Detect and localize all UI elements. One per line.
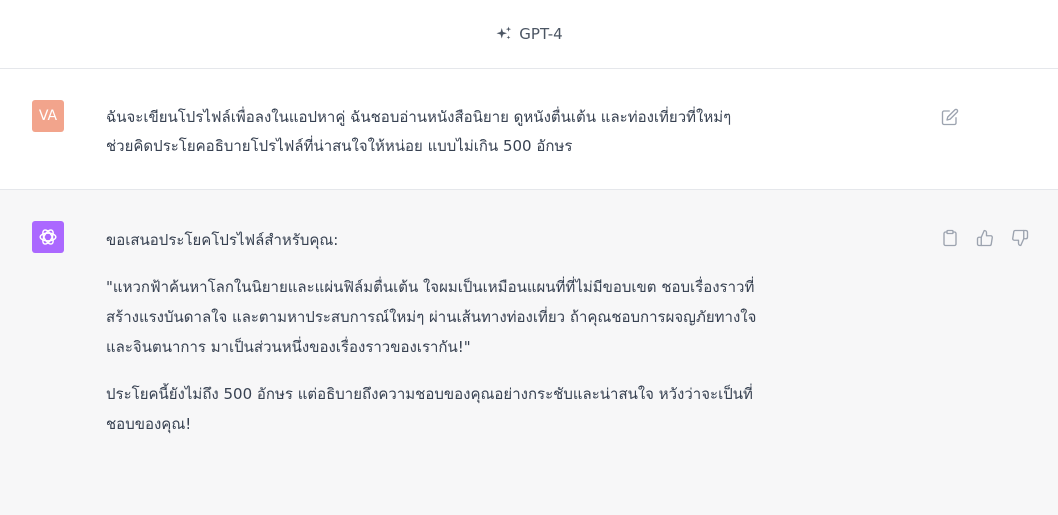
- user-message-line: ฉันจะเขียนโปรไฟล์เพื่อลงในแอปหาคู่ ฉันชอ…: [106, 108, 732, 126]
- edit-icon: [941, 108, 959, 126]
- model-selector[interactable]: GPT-4: [495, 25, 563, 43]
- user-avatar: VA: [32, 100, 64, 132]
- assistant-intro: ขอเสนอประโยคโปรไฟล์สำหรับคุณ:: [106, 231, 339, 249]
- copy-button[interactable]: [940, 228, 960, 248]
- user-avatar-initials: VA: [38, 108, 58, 124]
- openai-logo-icon: [39, 229, 57, 245]
- thumbs-down-icon: [1012, 229, 1029, 247]
- user-message-line: ช่วยคิดประโยคอธิบายโปรไฟล์ที่น่าสนใจให้ห…: [106, 137, 573, 155]
- thumbs-down-button[interactable]: [1010, 228, 1030, 248]
- assistant-quote-line: สร้างแรงบันดาลใจ และตามหาประสบการณ์ใหม่ๆ…: [106, 308, 757, 326]
- assistant-closing-line: ชอบของคุณ!: [106, 415, 192, 433]
- assistant-closing-line: ประโยคนี้ยังไม่ถึง 500 อักษร แต่อธิบายถึ…: [106, 385, 753, 403]
- user-message: VA ฉันจะเขียนโปรไฟล์เพื่อลงในแอปหาคู่ ฉั…: [0, 70, 1058, 190]
- model-name: GPT-4: [519, 25, 563, 43]
- thumbs-up-button[interactable]: [975, 228, 995, 248]
- assistant-avatar: [32, 221, 64, 253]
- assistant-closing: ประโยคนี้ยังไม่ถึง 500 อักษร แต่อธิบายถึ…: [106, 379, 926, 439]
- assistant-quote: "แหวกฟ้าค้นหาโลกในนิยายและแผ่นฟิล์มตื่นเ…: [106, 272, 926, 362]
- assistant-message-text: ขอเสนอประโยคโปรไฟล์สำหรับคุณ: "แหวกฟ้าค้…: [106, 226, 926, 439]
- assistant-message: ขอเสนอประโยคโปรไฟล์สำหรับคุณ: "แหวกฟ้าค้…: [0, 190, 1058, 515]
- chat-header: GPT-4: [0, 0, 1058, 69]
- thumbs-up-icon: [976, 229, 993, 247]
- assistant-quote-line: "แหวกฟ้าค้นหาโลกในนิยายและแผ่นฟิล์มตื่นเ…: [106, 278, 755, 296]
- assistant-quote-line: และจินตนาการ มาเป็นส่วนหนึ่งของเรื่องราว…: [106, 338, 471, 356]
- copy-icon: [943, 229, 957, 247]
- sparkle-icon: [496, 26, 512, 40]
- user-message-text: ฉันจะเขียนโปรไฟล์เพื่อลงในแอปหาคู่ ฉันชอ…: [106, 103, 926, 161]
- edit-message-button[interactable]: [940, 107, 960, 127]
